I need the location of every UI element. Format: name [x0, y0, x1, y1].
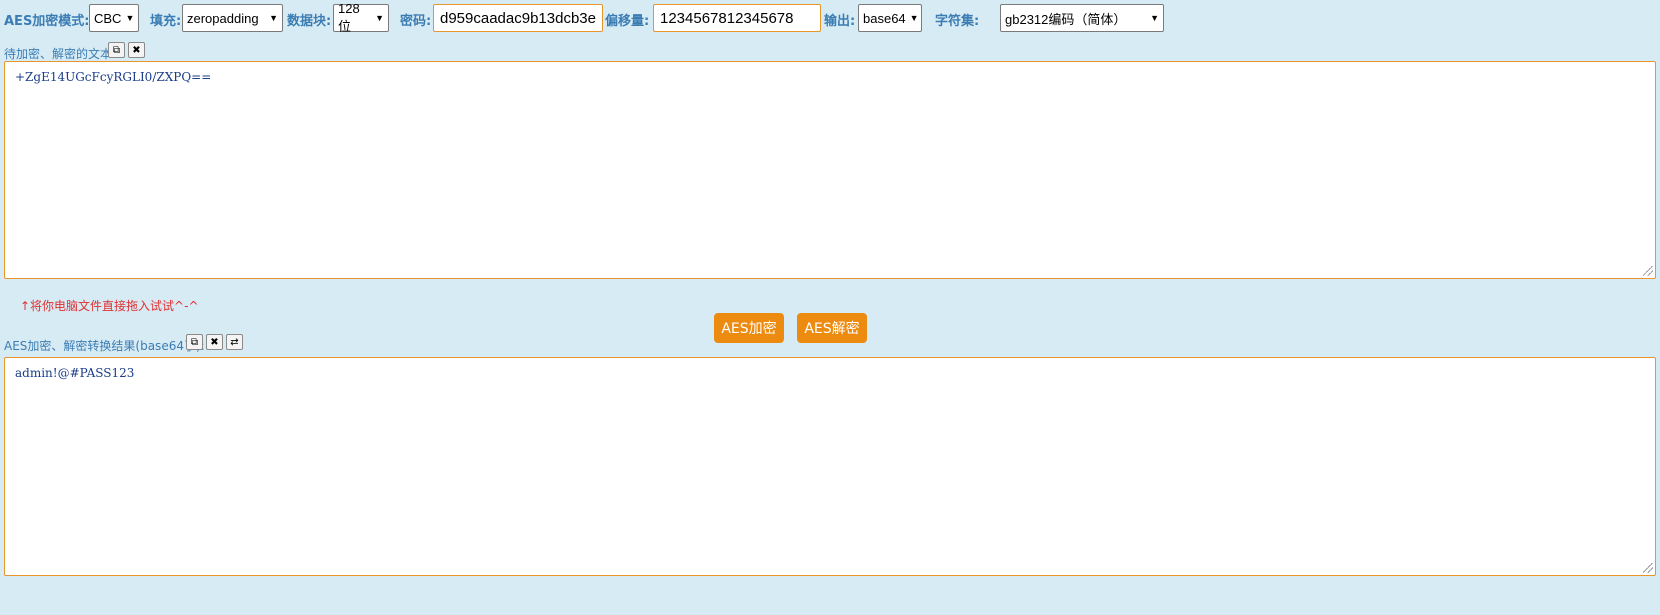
charset-select-value: gb2312编码（简体）: [1005, 11, 1127, 27]
output-select[interactable]: base64 ▼: [858, 4, 922, 32]
padding-label: 填充:: [150, 14, 182, 29]
chevron-down-icon: ▼: [269, 13, 278, 23]
copy-icon: ⧉: [112, 44, 121, 56]
swap-icon: ⇄: [230, 336, 239, 348]
block-select[interactable]: 128位 ▼: [333, 1, 389, 34]
toolbar: AES加密模式: CBC ▼ 填充: zeropadding ▼ 数据块: 12…: [0, 0, 1660, 38]
mode-select[interactable]: CBC ▼: [89, 4, 139, 32]
block-label: 数据块:: [287, 14, 332, 29]
encrypt-button[interactable]: AES加密: [714, 313, 784, 343]
iv-label: 偏移量:: [605, 14, 650, 29]
decrypt-button[interactable]: AES解密: [797, 313, 867, 343]
close-icon: ✖: [210, 336, 219, 348]
mode-label: AES加密模式:: [4, 14, 90, 29]
output-label: 输出:: [824, 14, 856, 29]
clear-output-button[interactable]: ✖: [206, 334, 223, 350]
output-select-value: base64: [863, 10, 906, 26]
key-label: 密码:: [400, 14, 432, 29]
copy-output-button[interactable]: ⧉: [186, 334, 203, 350]
copy-icon: ⧉: [190, 336, 199, 348]
padding-select-value: zeropadding: [187, 10, 259, 26]
input-textarea[interactable]: +ZgE14UGcFcyRGLI0/ZXPQ==: [4, 61, 1656, 279]
input-text: +ZgE14UGcFcyRGLI0/ZXPQ==: [15, 70, 212, 84]
input-label: 待加密、解密的文本:: [4, 47, 117, 61]
chevron-down-icon: ▼: [1150, 13, 1159, 23]
close-icon: ✖: [132, 44, 141, 56]
clear-input-button[interactable]: ✖: [128, 42, 145, 58]
copy-input-button[interactable]: ⧉: [108, 42, 125, 58]
padding-select[interactable]: zeropadding ▼: [182, 4, 283, 32]
output-result-label: AES加密、解密转换结果(base64了):: [4, 339, 205, 353]
drag-hint: ↑将你电脑文件直接拖入试试^-^: [20, 299, 199, 313]
output-text: admin!@#PASS123: [15, 366, 135, 380]
iv-input[interactable]: 1234567812345678: [653, 4, 821, 32]
charset-select[interactable]: gb2312编码（简体） ▼: [1000, 4, 1164, 32]
key-input[interactable]: d959caadac9b13dcb3e: [433, 4, 603, 32]
charset-label: 字符集:: [935, 14, 980, 29]
chevron-down-icon: ▼: [375, 13, 384, 23]
block-select-value: 128位: [338, 1, 360, 34]
chevron-down-icon: ▼: [125, 13, 135, 23]
resize-handle[interactable]: [1643, 563, 1653, 573]
output-textarea[interactable]: admin!@#PASS123: [4, 357, 1656, 576]
resize-handle[interactable]: [1643, 266, 1653, 276]
chevron-down-icon: ▼: [909, 13, 919, 23]
mode-select-value: CBC: [94, 10, 122, 26]
swap-button[interactable]: ⇄: [226, 334, 243, 350]
